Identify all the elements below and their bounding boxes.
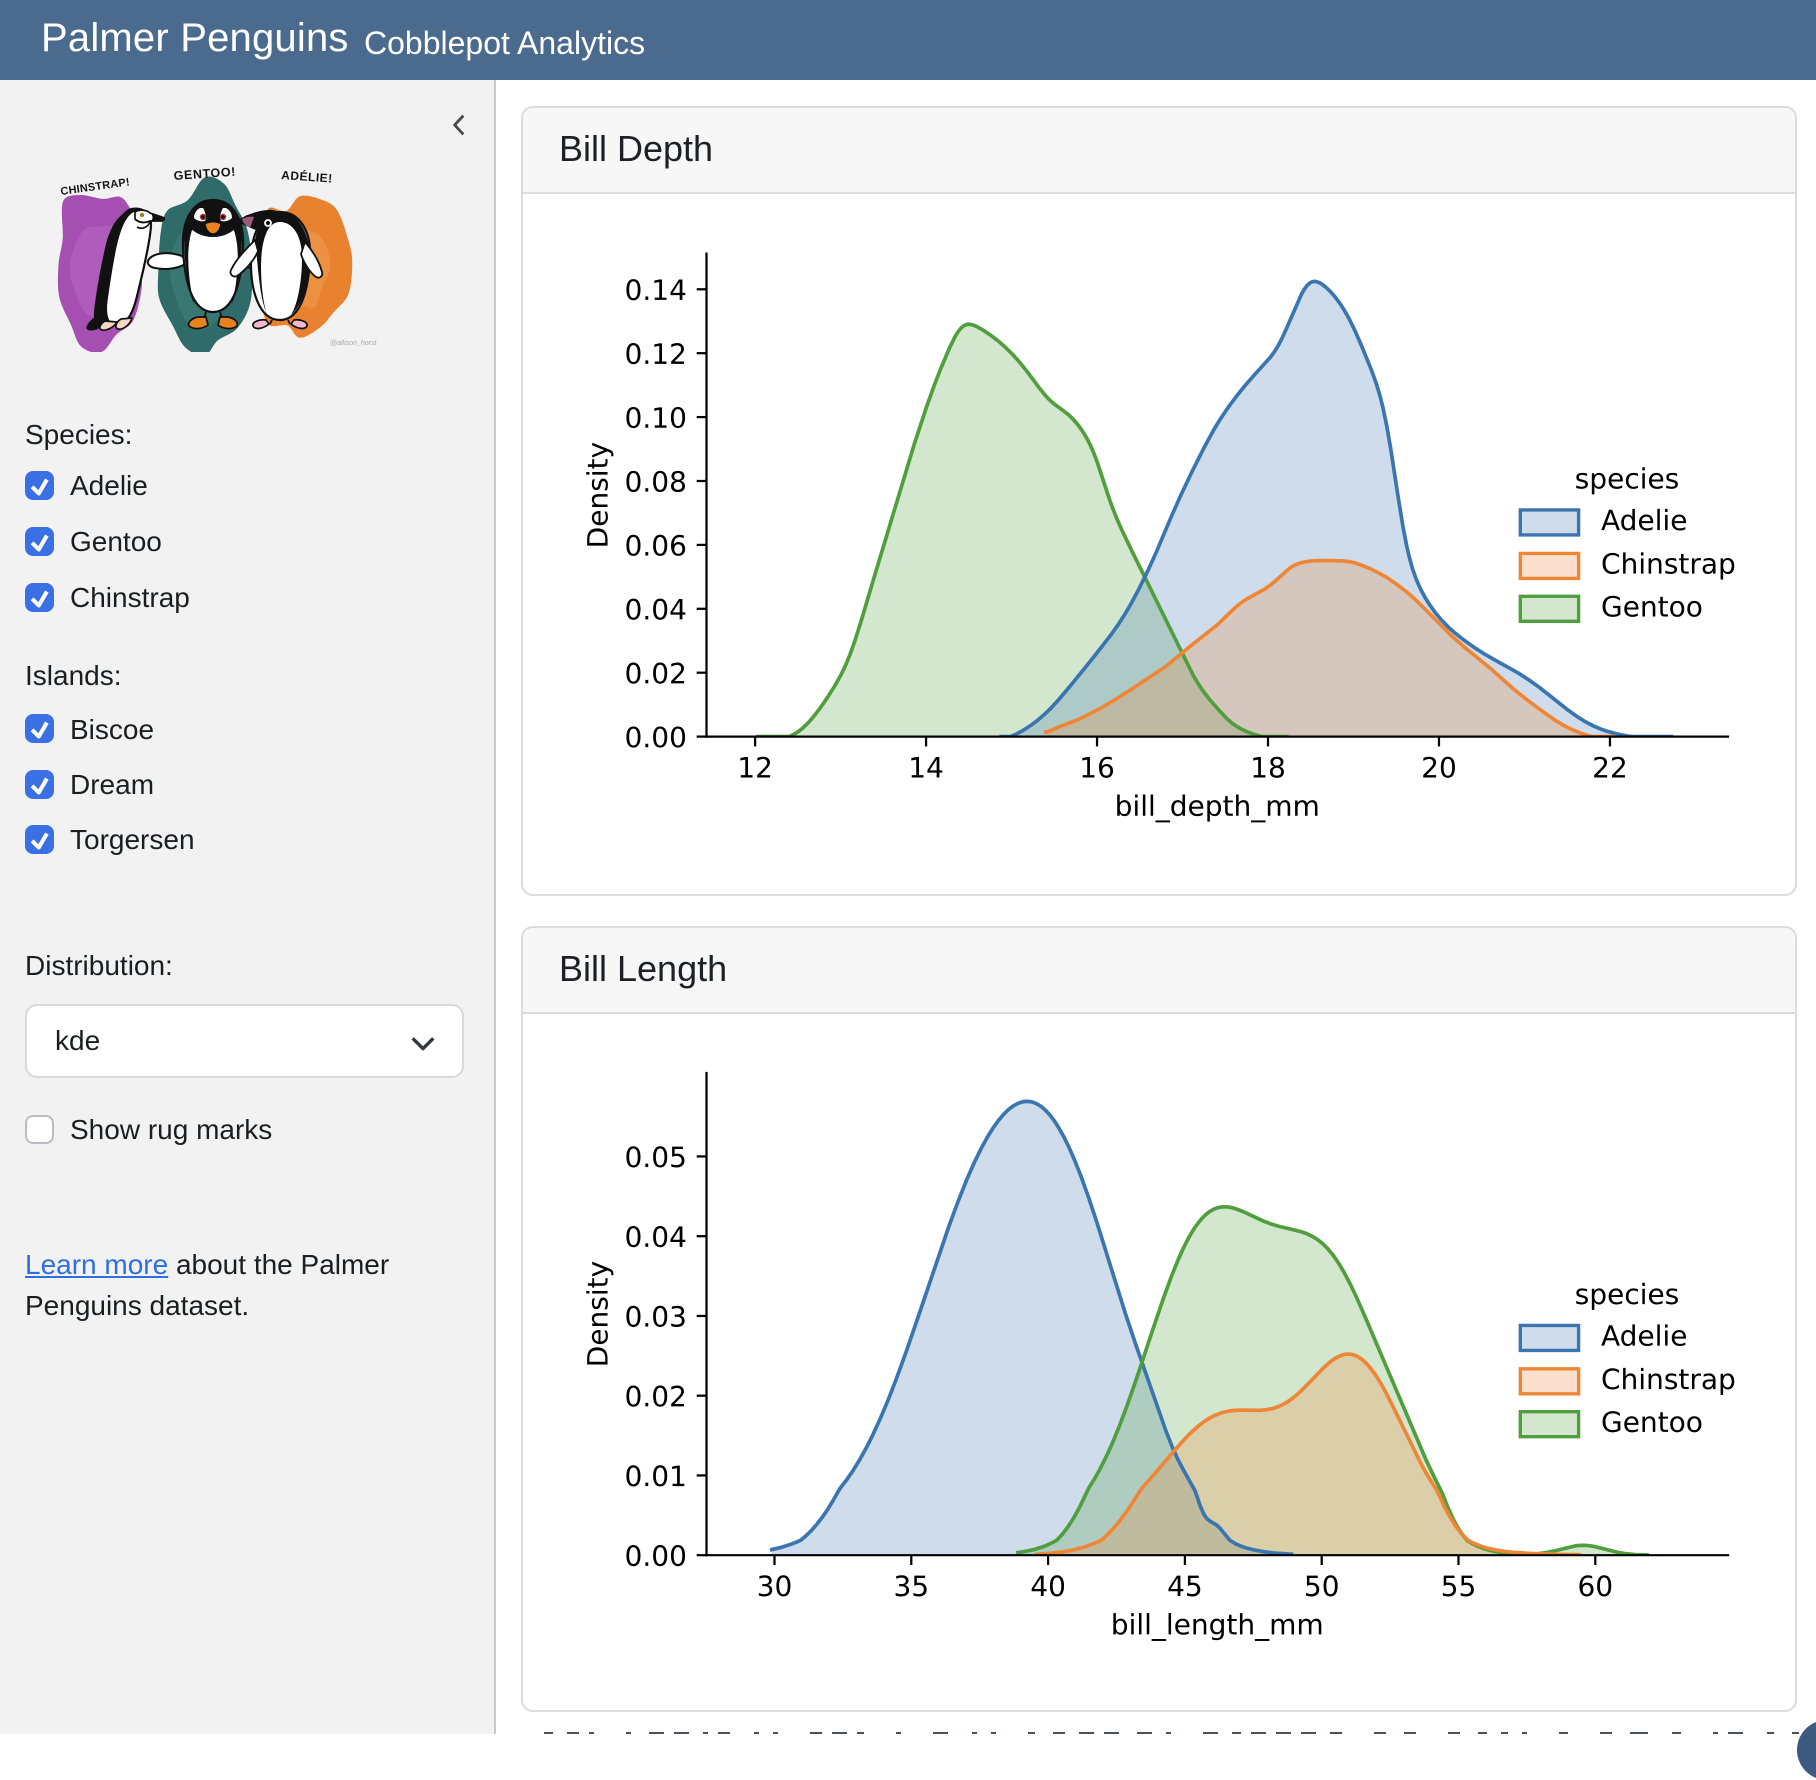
svg-text:ADÉLIE!: ADÉLIE! bbox=[281, 167, 333, 186]
svg-text:GENTOO!: GENTOO! bbox=[173, 165, 236, 183]
svg-text:CHINSTRAP!: CHINSTRAP! bbox=[60, 176, 131, 198]
svg-text:@allison_horst: @allison_horst bbox=[330, 340, 377, 347]
